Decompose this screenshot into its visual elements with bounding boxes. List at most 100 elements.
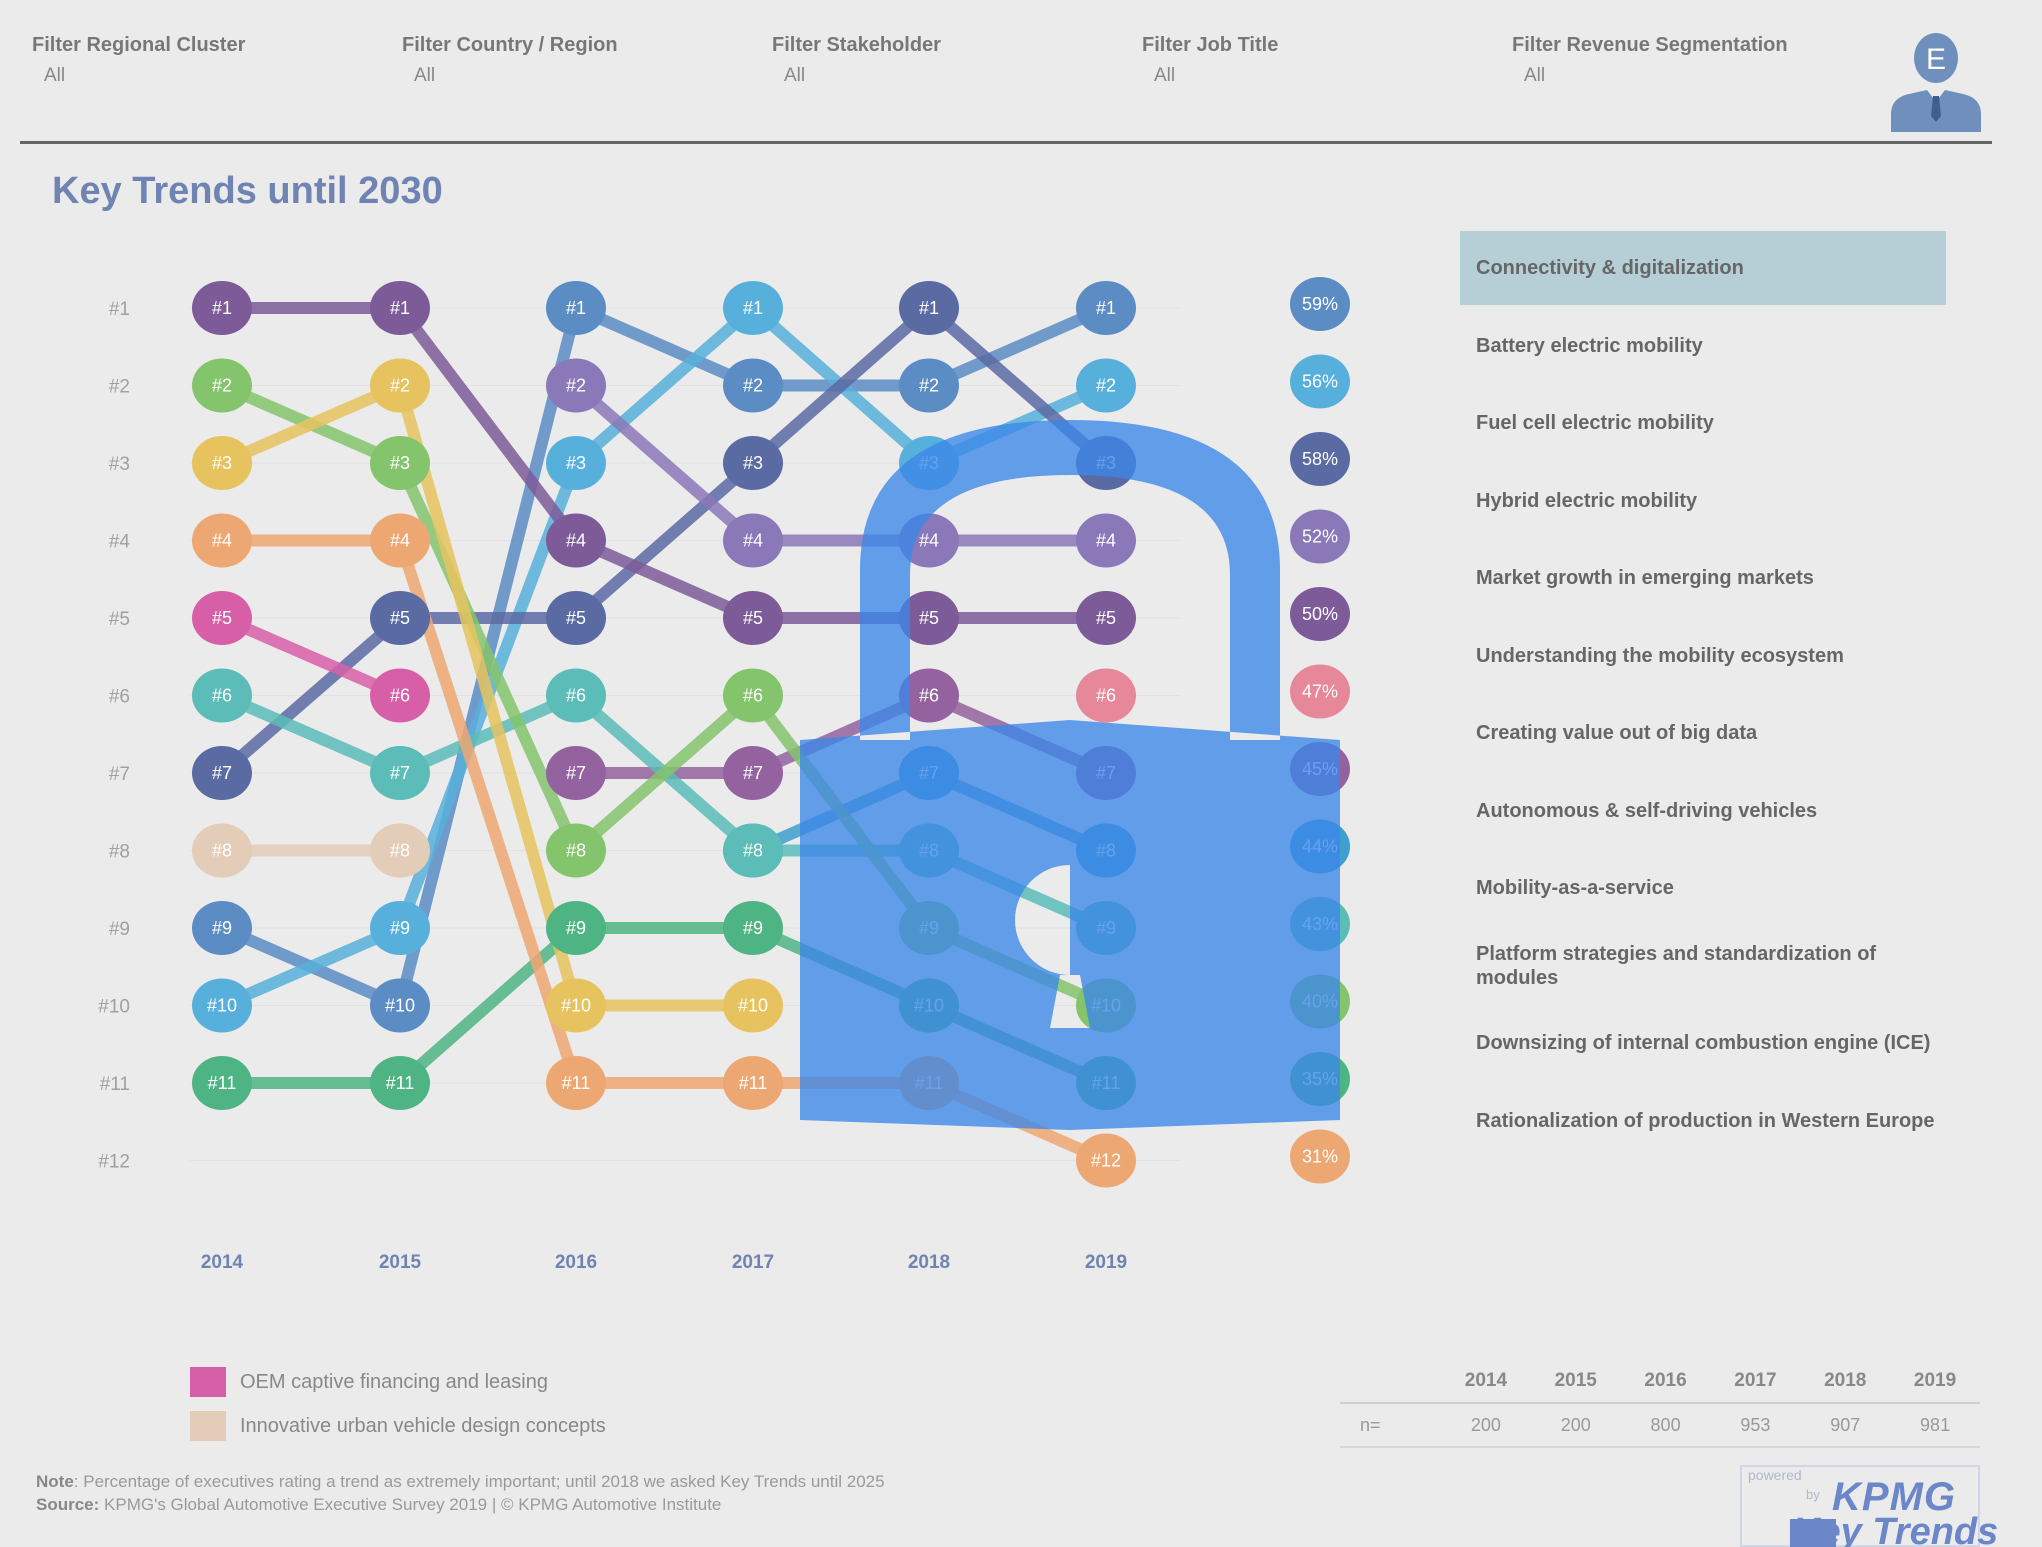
kpmg-key-trends-badge[interactable]: powered by KPMG Key Trends bbox=[1740, 1465, 2010, 1547]
trend-legend-item[interactable]: Downsizing of internal combustion engine… bbox=[1460, 1006, 1946, 1080]
share-badge-label: 56% bbox=[1302, 372, 1338, 392]
rank-marker[interactable]: #2 bbox=[192, 358, 252, 413]
rank-marker[interactable]: #4 bbox=[546, 513, 606, 568]
trend-legend-item[interactable]: Hybrid electric mobility bbox=[1460, 464, 1946, 538]
rank-marker[interactable]: #3 bbox=[370, 436, 430, 490]
rank-marker[interactable]: #2 bbox=[1076, 358, 1136, 413]
rank-marker[interactable]: #2 bbox=[899, 358, 959, 413]
rank-marker[interactable]: #4 bbox=[192, 513, 252, 568]
rank-marker[interactable]: #6 bbox=[546, 668, 606, 723]
rank-marker[interactable]: #11 bbox=[546, 1056, 606, 1110]
rank-marker-label: #5 bbox=[212, 608, 232, 628]
rank-marker[interactable]: #3 bbox=[546, 436, 606, 490]
rank-marker-label: #6 bbox=[212, 686, 232, 706]
trend-legend-item[interactable]: Market growth in emerging markets bbox=[1460, 541, 1946, 615]
rank-marker[interactable]: #2 bbox=[370, 358, 430, 413]
rank-marker[interactable]: #4 bbox=[370, 513, 430, 568]
rank-marker[interactable]: #11 bbox=[192, 1056, 252, 1110]
rank-marker[interactable]: #5 bbox=[723, 591, 783, 645]
lock-icon bbox=[800, 420, 1340, 1130]
category-legend-item[interactable]: OEM captive financing and leasing bbox=[190, 1360, 606, 1404]
trend-legend-item[interactable]: Fuel cell electric mobility bbox=[1460, 386, 1946, 460]
category-label: OEM captive financing and leasing bbox=[240, 1370, 548, 1393]
trend-legend-item[interactable]: Connectivity & digitalization bbox=[1460, 231, 1946, 305]
sample-year-header: 2017 bbox=[1710, 1360, 1801, 1404]
source-text: KPMG's Global Automotive Executive Surve… bbox=[99, 1495, 722, 1514]
rank-marker[interactable]: #7 bbox=[723, 746, 783, 800]
rank-marker[interactable]: #1 bbox=[723, 281, 783, 335]
rank-marker-label: #2 bbox=[566, 376, 586, 396]
rank-marker[interactable]: #8 bbox=[370, 823, 430, 878]
y-tick-label: #12 bbox=[98, 1152, 130, 1173]
rank-marker-label: #7 bbox=[212, 763, 232, 783]
rank-marker[interactable]: #6 bbox=[723, 668, 783, 723]
x-tick-label: 2015 bbox=[379, 1252, 422, 1273]
rank-marker-label: #9 bbox=[390, 918, 410, 938]
trend-legend-item[interactable]: Battery electric mobility bbox=[1460, 309, 1946, 383]
rank-marker[interactable]: #10 bbox=[546, 978, 606, 1033]
sample-year-header: 2014 bbox=[1441, 1360, 1531, 1404]
rank-marker[interactable]: #10 bbox=[192, 978, 252, 1033]
rank-marker-label: #12 bbox=[1091, 1151, 1121, 1171]
trend-legend-item[interactable]: Rationalization of production in Western… bbox=[1460, 1084, 1946, 1158]
rank-marker[interactable]: #6 bbox=[192, 668, 252, 723]
rank-marker[interactable]: #8 bbox=[723, 823, 783, 878]
trend-legend-item[interactable]: Mobility-as-a-service bbox=[1460, 851, 1946, 925]
rank-marker[interactable]: #6 bbox=[370, 668, 430, 723]
rank-marker-label: #3 bbox=[212, 453, 232, 473]
rank-marker[interactable]: #9 bbox=[546, 901, 606, 955]
rank-marker[interactable]: #3 bbox=[192, 436, 252, 490]
trend-legend-item[interactable]: Understanding the mobility ecosystem bbox=[1460, 619, 1946, 693]
trend-legend-item[interactable]: Creating value out of big data bbox=[1460, 696, 1946, 770]
rank-marker[interactable]: #7 bbox=[370, 746, 430, 800]
rank-marker[interactable]: #7 bbox=[546, 746, 606, 800]
sample-value-row: n= 200 200 800 953 907 981 bbox=[1340, 1403, 1980, 1448]
rank-marker[interactable]: #5 bbox=[192, 591, 252, 645]
rank-marker[interactable]: #3 bbox=[723, 436, 783, 490]
rank-marker-label: #10 bbox=[385, 996, 415, 1016]
x-tick-label: 2017 bbox=[732, 1252, 774, 1273]
rank-marker[interactable]: #2 bbox=[546, 358, 606, 413]
rank-marker[interactable]: #10 bbox=[723, 978, 783, 1033]
rank-marker[interactable]: #9 bbox=[192, 901, 252, 955]
rank-marker[interactable]: #5 bbox=[546, 591, 606, 645]
category-swatch bbox=[190, 1367, 226, 1397]
source-label: Source: bbox=[36, 1495, 100, 1514]
x-tick-label: 2014 bbox=[201, 1252, 244, 1273]
rank-marker-label: #11 bbox=[386, 1073, 415, 1093]
rank-marker[interactable]: #4 bbox=[723, 513, 783, 568]
sample-year-header: 2018 bbox=[1800, 1360, 1891, 1404]
sample-size-value: 200 bbox=[1530, 1403, 1621, 1448]
rank-marker-label: #11 bbox=[739, 1073, 768, 1093]
rank-marker-label: #6 bbox=[566, 686, 586, 706]
rank-marker-label: #11 bbox=[562, 1073, 591, 1093]
rank-marker[interactable]: #1 bbox=[546, 281, 606, 335]
rank-marker[interactable]: #1 bbox=[899, 281, 959, 335]
rank-marker-label: #1 bbox=[390, 298, 410, 318]
trend-legend-item[interactable]: Platform strategies and standardization … bbox=[1460, 929, 1946, 1003]
rank-marker[interactable]: #1 bbox=[370, 281, 430, 335]
rank-marker[interactable]: #8 bbox=[192, 823, 252, 878]
sample-size-value: 200 bbox=[1441, 1403, 1531, 1448]
rank-marker[interactable]: #2 bbox=[723, 358, 783, 413]
rank-marker[interactable]: #5 bbox=[370, 591, 430, 645]
share-badge: 31% bbox=[1290, 1129, 1350, 1184]
y-tick-label: #9 bbox=[109, 919, 130, 940]
rank-marker-label: #3 bbox=[566, 453, 586, 473]
rank-marker[interactable]: #10 bbox=[370, 978, 430, 1033]
rank-marker[interactable]: #7 bbox=[192, 746, 252, 800]
category-legend-item[interactable]: Innovative urban vehicle design concepts bbox=[190, 1404, 606, 1448]
sample-size-table: 2014 2015 2016 2017 2018 2019 n= 200 200 800 953… bbox=[1340, 1360, 1980, 1448]
rank-marker-label: #2 bbox=[390, 376, 410, 396]
rank-marker[interactable]: #9 bbox=[370, 901, 430, 955]
rank-marker-label: #10 bbox=[738, 996, 768, 1016]
rank-marker[interactable]: #1 bbox=[192, 281, 252, 335]
rank-marker[interactable]: #11 bbox=[723, 1056, 783, 1110]
trend-legend-item[interactable]: Autonomous & self-driving vehicles bbox=[1460, 774, 1946, 848]
rank-marker[interactable]: #12 bbox=[1076, 1133, 1136, 1188]
rank-marker[interactable]: #9 bbox=[723, 901, 783, 955]
rank-marker[interactable]: #11 bbox=[370, 1056, 430, 1110]
rank-marker[interactable]: #8 bbox=[546, 823, 606, 878]
rank-marker[interactable]: #1 bbox=[1076, 281, 1136, 335]
badge-powered: powered bbox=[1748, 1467, 1802, 1483]
